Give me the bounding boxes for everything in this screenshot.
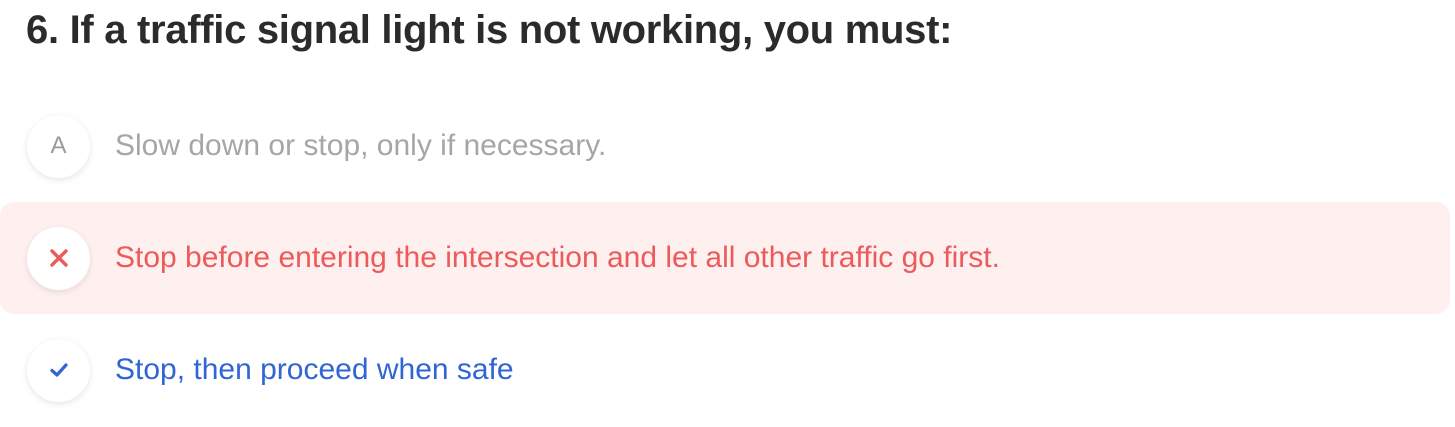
quiz-page: 6. If a traffic signal light is not work… [0, 0, 1455, 427]
answer-option-incorrect[interactable]: Stop before entering the intersection an… [0, 202, 1450, 314]
answer-options: A Slow down or stop, only if necessary. … [0, 90, 1455, 426]
answer-option-a[interactable]: A Slow down or stop, only if necessary. [0, 90, 1450, 202]
answer-option-correct[interactable]: Stop, then proceed when safe [0, 314, 1450, 426]
close-icon [49, 249, 68, 267]
answer-option-text: Stop before entering the intersection an… [115, 241, 1000, 274]
correct-badge [27, 338, 90, 402]
check-icon [49, 363, 68, 377]
option-letter: A [50, 132, 67, 159]
answer-option-text: Slow down or stop, only if necessary. [115, 129, 607, 162]
answer-option-text: Stop, then proceed when safe [115, 353, 514, 386]
option-letter-badge: A [27, 114, 90, 178]
incorrect-badge [27, 226, 90, 290]
question-title: 6. If a traffic signal light is not work… [26, 8, 953, 52]
